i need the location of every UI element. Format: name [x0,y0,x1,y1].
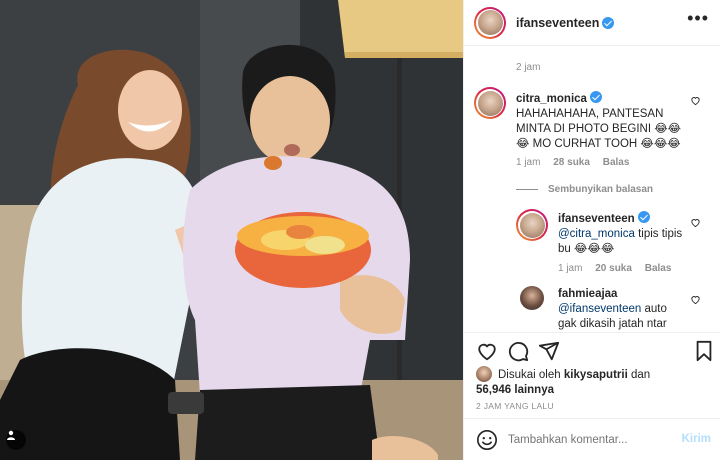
liker-username[interactable]: kikysaputrii [564,369,628,381]
paper-plane-icon[interactable] [538,340,560,362]
person-tag-icon [7,430,15,440]
likes-prefix: Disukai oleh [498,369,561,381]
verified-badge-icon [589,91,602,103]
instagram-post: ifanseventeen ••• 2 jam citra_monica HAH… [0,0,720,460]
reply-mention[interactable]: @ifanseventeen [558,303,641,315]
reply-avatar[interactable] [516,209,548,241]
post-side-panel: ifanseventeen ••• 2 jam citra_monica HAH… [463,0,720,460]
commenter-avatar[interactable] [474,87,506,119]
reply-avatar[interactable] [520,286,544,310]
verified-badge-icon [602,16,615,29]
hide-replies-label: Sembunyikan balasan [548,184,654,195]
ellipsis-icon[interactable]: ••• [687,9,709,27]
comment-username[interactable]: citra_monica [516,93,587,105]
post-time: 2 jam [516,62,541,73]
author-username[interactable]: ifanseventeen [516,16,599,30]
reply-button[interactable]: Balas [603,157,630,168]
reply-time: 1 jam [558,263,583,274]
comment-input[interactable] [508,433,668,446]
comment-item: citra_monica HAHAHAHAHA, PANTESAN MINTA … [464,85,720,175]
likes-conjunction: dan [630,369,651,381]
comment-time: 1 jam [516,157,541,168]
post-photo[interactable] [0,0,463,460]
photo-illustration [0,0,463,460]
reply-button[interactable]: Balas [645,263,672,274]
reply-likes[interactable]: 20 suka [595,263,632,274]
comments-list: 2 jam citra_monica HAHAHAHAHA, PANTESAN … [464,47,720,332]
reply-body: ifanseventeen @citra_monica tipis tipis … [558,211,688,257]
reply-mention[interactable]: @citra_monica [558,228,635,240]
likes-summary: Disukai oleh kikysaputrii dan 56,946 lai… [476,366,711,398]
reply-username[interactable]: fahmieajaa [558,288,617,300]
reply-item: ifanseventeen @citra_monica tipis tipis … [464,207,720,282]
heart-outline-icon[interactable] [476,340,498,362]
liker-avatar[interactable] [476,366,492,382]
tag-people-button[interactable] [6,430,26,450]
reply-body: fahmieajaa @ifanseventeen auto gak dikas… [558,287,688,332]
comment-body: citra_monica HAHAHAHAHA, PANTESAN MINTA … [516,91,686,152]
post-timestamp[interactable]: 2 JAM YANG LALU [476,401,554,411]
verified-badge-icon [637,211,650,223]
post-header: ifanseventeen ••• [464,0,720,46]
bookmark-icon[interactable] [694,340,714,362]
smiley-icon[interactable] [476,429,498,451]
likes-count[interactable]: 56,946 lainnya [476,384,554,396]
submit-comment-button[interactable]: Kirim [682,433,711,445]
reply-like-heart-icon[interactable] [690,217,701,228]
add-comment-bar: Kirim [464,418,720,460]
author-avatar[interactable] [474,6,506,39]
comment-text: HAHAHAHAHA, PANTESAN MINTA DI PHOTO BEGI… [516,108,682,150]
hide-replies-toggle[interactable]: Sembunyikan balasan [516,184,653,195]
reply-item: fahmieajaa @ifanseventeen auto gak dikas… [464,284,720,332]
comment-bubble-icon[interactable] [507,340,529,362]
comment-like-heart-icon[interactable] [690,95,701,106]
replies-divider [516,189,538,190]
comment-likes[interactable]: 28 suka [553,157,590,168]
reply-username[interactable]: ifanseventeen [558,213,635,225]
reply-meta: 1 jam 20 suka Balas [558,263,671,274]
comment-meta: 1 jam 28 suka Balas [516,157,629,168]
reply-like-heart-icon[interactable] [690,294,701,305]
